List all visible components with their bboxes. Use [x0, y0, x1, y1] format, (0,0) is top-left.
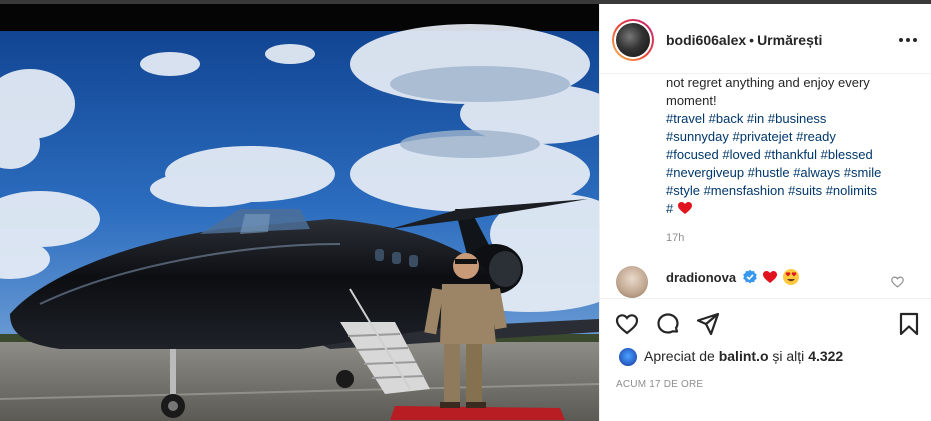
- commenter-avatar[interactable]: [616, 266, 648, 298]
- header-separator: •: [749, 32, 755, 48]
- liker-avatar[interactable]: [618, 347, 638, 367]
- like-comment-icon[interactable]: [891, 276, 904, 288]
- caption-hashtags-line-2[interactable]: #sunnyday #privatejet #ready: [666, 128, 916, 146]
- avatar-image: [616, 23, 650, 57]
- post-photo[interactable]: [0, 4, 599, 421]
- post-side-panel: bodi606alex • Urmărești not regret anythin…: [599, 4, 931, 421]
- avatar-inner-ring: [614, 21, 652, 59]
- share-icon[interactable]: [695, 311, 721, 337]
- verified-icon: [743, 269, 757, 284]
- following-button[interactable]: Urmărești: [757, 32, 822, 48]
- caption-hashtags-line-3[interactable]: #focused #loved #thankful #blessed: [666, 146, 916, 164]
- heart-icon[interactable]: [614, 311, 640, 337]
- likes-prefix: Apreciat de: [644, 348, 715, 364]
- likes-text: Apreciat de balint.o și alți 4.322: [644, 348, 843, 364]
- likes-suffix: și alți: [772, 348, 805, 364]
- caption-hashtags-line-6[interactable]: #: [666, 201, 673, 216]
- comments-area: not regret anything and enjoy every mome…: [600, 74, 931, 298]
- post-header: bodi606alex • Urmărești: [600, 4, 931, 74]
- caption-time[interactable]: 17h: [666, 232, 684, 244]
- jet-photo-illustration: [0, 4, 599, 421]
- post-caption: not regret anything and enjoy every mome…: [666, 74, 916, 218]
- author-avatar[interactable]: [612, 19, 654, 61]
- comment-emoji-group: [762, 268, 800, 286]
- liker-username[interactable]: balint.o: [719, 348, 769, 364]
- comment-icon[interactable]: [655, 311, 681, 337]
- header-text: bodi606alex • Urmărești: [666, 32, 822, 48]
- post-timestamp[interactable]: ACUM 17 DE ORE: [616, 379, 703, 390]
- caption-last-line: #: [666, 200, 916, 218]
- author-username[interactable]: bodi606alex: [666, 32, 746, 48]
- caption-text: not regret anything and enjoy every mome…: [666, 75, 870, 108]
- post-actions: Apreciat de balint.o și alți 4.322 ACUM …: [600, 298, 931, 417]
- bookmark-icon[interactable]: [896, 311, 922, 337]
- red-heart-emoji-icon: [763, 271, 777, 283]
- likes-count[interactable]: 4.322: [808, 348, 843, 364]
- caption-hashtags-line-5[interactable]: #style #mensfashion #suits #nolimits: [666, 182, 916, 200]
- comment-row: dradionova: [600, 264, 931, 298]
- red-heart-emoji-icon: [677, 202, 692, 214]
- more-icon[interactable]: [896, 30, 920, 50]
- caption-hashtags-line-1[interactable]: #travel #back #in #business: [666, 110, 916, 128]
- heart-eyes-emoji-icon: [783, 269, 800, 285]
- caption-hashtags-line-4[interactable]: #nevergiveup #hustle #always #smile: [666, 164, 916, 182]
- commenter-username[interactable]: dradionova: [666, 270, 736, 285]
